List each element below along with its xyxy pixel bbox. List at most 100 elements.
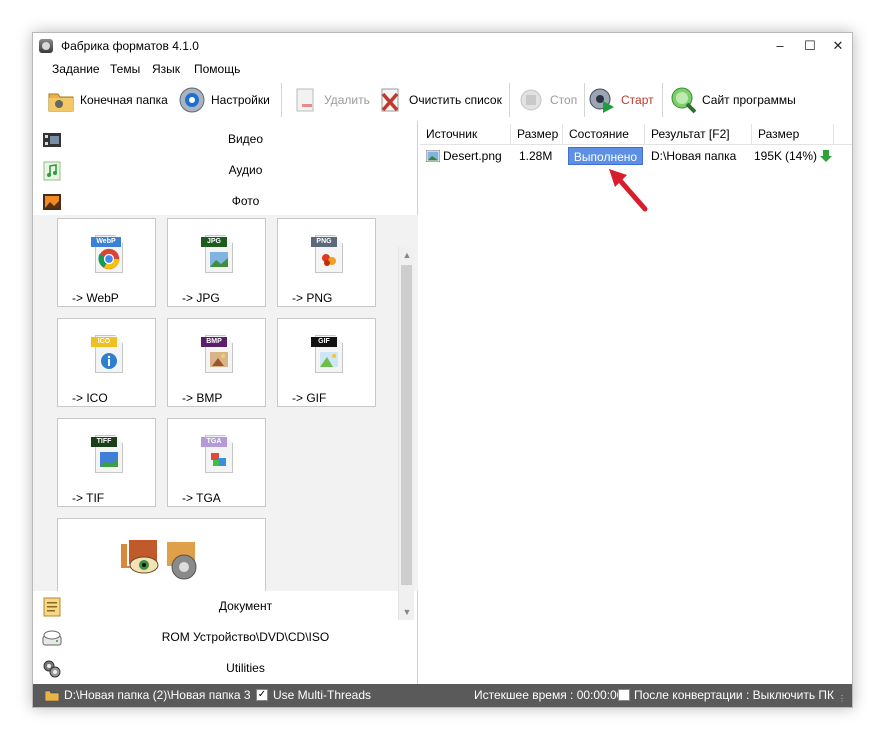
clear-list-icon — [376, 86, 404, 114]
bmp-image-icon: BMP — [201, 332, 235, 374]
toolbar: Конечная папка Настройки Удалить Очистит… — [33, 80, 852, 120]
after-convert-label: После конвертации : Выключить ПК — [634, 688, 835, 702]
format-label: -> TIF — [72, 491, 105, 505]
format-tile-jpg[interactable]: JPG -> JPG — [167, 218, 266, 307]
image-tools-tile[interactable] — [57, 518, 266, 591]
start-button[interactable]: Старт — [588, 85, 654, 115]
format-tag: GIF — [311, 337, 337, 347]
category-document[interactable]: Документ — [33, 591, 418, 622]
folder-icon — [47, 86, 75, 114]
format-tile-ico[interactable]: ICO -> ICO — [57, 318, 156, 407]
column-state[interactable]: Состояние — [563, 124, 645, 145]
image-tools-icon — [114, 535, 210, 581]
settings-label: Настройки — [211, 93, 270, 107]
row-state-badge: Выполнено — [568, 147, 643, 165]
delete-label: Удалить — [324, 93, 370, 107]
utilities-gears-icon — [42, 659, 62, 679]
category-document-label: Документ — [218, 599, 273, 613]
format-tile-gif[interactable]: GIF -> GIF — [277, 318, 376, 407]
jpg-image-icon: JPG — [201, 232, 235, 274]
size-decrease-arrow-icon — [819, 147, 833, 165]
column-size[interactable]: Размер — [511, 124, 563, 145]
png-image-icon: PNG — [311, 232, 345, 274]
status-bar: D:\Новая папка (2)\Новая папка 3 ✓ Use M… — [33, 684, 852, 707]
format-tag: JPG — [201, 237, 227, 247]
row-output-size: 195K — [754, 149, 783, 163]
format-tag: BMP — [201, 337, 227, 347]
window-title: Фабрика форматов 4.1.0 — [61, 39, 199, 53]
close-button[interactable]: ✕ — [823, 33, 853, 59]
category-audio[interactable]: Аудио — [33, 155, 418, 186]
category-rom-label: ROM Устройство\DVD\CD\ISO — [161, 630, 330, 644]
gif-image-icon: GIF — [311, 332, 345, 374]
format-tile-bmp[interactable]: BMP -> BMP — [167, 318, 266, 407]
resize-grip-icon[interactable]: ⋮ — [838, 694, 846, 703]
row-source: Desert.png — [443, 149, 502, 163]
column-output-size[interactable]: Размер — [752, 124, 834, 145]
disc-drive-icon — [42, 628, 62, 648]
scrollbar-thumb[interactable] — [401, 265, 412, 585]
delete-button[interactable]: Удалить — [291, 85, 370, 115]
settings-gear-icon — [178, 86, 206, 114]
stop-icon — [517, 86, 545, 114]
output-folder-button[interactable]: Конечная папка — [47, 85, 168, 115]
ico-info-icon: ICO — [91, 332, 125, 374]
format-tile-png[interactable]: PNG -> PNG — [277, 218, 376, 307]
stop-label: Стоп — [550, 93, 578, 107]
menu-bar: Задание Темы Язык Помощь — [33, 59, 852, 79]
row-compression-ratio: (14%) — [785, 149, 818, 163]
row-result-path[interactable]: D:\Новая папка — [651, 147, 736, 165]
menu-task[interactable]: Задание — [52, 62, 100, 76]
format-grid-scrollbar[interactable]: ▲ ▼ — [398, 247, 414, 620]
multithread-checkbox[interactable]: ✓ — [256, 689, 268, 701]
format-tag: TIFF — [91, 437, 117, 447]
format-tile-webp[interactable]: WebP -> WebP — [57, 218, 156, 307]
website-label: Сайт программы — [702, 93, 796, 107]
settings-button[interactable]: Настройки — [178, 85, 270, 115]
maximize-button[interactable]: ☐ — [795, 33, 825, 59]
stop-button[interactable]: Стоп — [517, 85, 577, 115]
document-icon — [42, 597, 62, 617]
output-path[interactable]: D:\Новая папка (2)\Новая папка 3 — [64, 688, 251, 702]
format-label: -> JPG — [182, 291, 220, 305]
minimize-button[interactable]: – — [765, 33, 795, 59]
music-icon — [42, 161, 62, 181]
column-result[interactable]: Результат [F2] — [645, 124, 752, 145]
category-photo[interactable]: Фото — [33, 186, 418, 217]
elapsed-time: Истекшее время : 00:00:00 — [474, 688, 624, 702]
website-globe-icon — [669, 86, 697, 114]
category-pane: Видео Аудио Фото WebP -> WebP JPG -> JPG… — [33, 121, 418, 684]
menu-language[interactable]: Язык — [152, 62, 180, 76]
category-rom[interactable]: ROM Устройство\DVD\CD\ISO — [33, 622, 418, 653]
format-tag: WebP — [91, 237, 121, 247]
start-play-icon — [588, 86, 616, 114]
website-button[interactable]: Сайт программы — [669, 85, 796, 115]
column-source[interactable]: Источник — [420, 124, 511, 145]
format-tile-tga[interactable]: TGA -> TGA — [167, 418, 266, 507]
folder-icon[interactable] — [44, 689, 60, 702]
clear-list-button[interactable]: Очистить список — [376, 85, 502, 115]
format-label: -> GIF — [292, 391, 327, 405]
format-label: -> BMP — [182, 391, 223, 405]
menu-themes[interactable]: Темы — [110, 62, 140, 76]
format-tag: ICO — [91, 337, 117, 347]
after-convert-checkbox[interactable] — [618, 689, 630, 701]
app-window: Фабрика форматов 4.1.0 – ☐ ✕ Задание Тем… — [32, 32, 853, 708]
category-utilities[interactable]: Utilities — [33, 653, 418, 684]
toolbar-separator — [281, 83, 282, 117]
image-file-icon — [425, 147, 441, 165]
scroll-up-arrow-icon[interactable]: ▲ — [399, 247, 415, 263]
format-tile-tif[interactable]: TIFF -> TIF — [57, 418, 156, 507]
menu-help[interactable]: Помощь — [194, 62, 240, 76]
photo-icon — [42, 192, 62, 212]
category-video[interactable]: Видео — [33, 124, 418, 155]
toolbar-separator — [509, 83, 510, 117]
toolbar-separator — [662, 83, 663, 117]
tga-image-icon: TGA — [201, 432, 235, 474]
start-label: Старт — [621, 93, 654, 107]
format-label: -> PNG — [292, 291, 333, 305]
format-tag: PNG — [311, 237, 337, 247]
multithread-label: Use Multi-Threads — [273, 688, 372, 702]
format-label: -> ICO — [72, 391, 108, 405]
category-video-label: Видео — [227, 132, 264, 146]
